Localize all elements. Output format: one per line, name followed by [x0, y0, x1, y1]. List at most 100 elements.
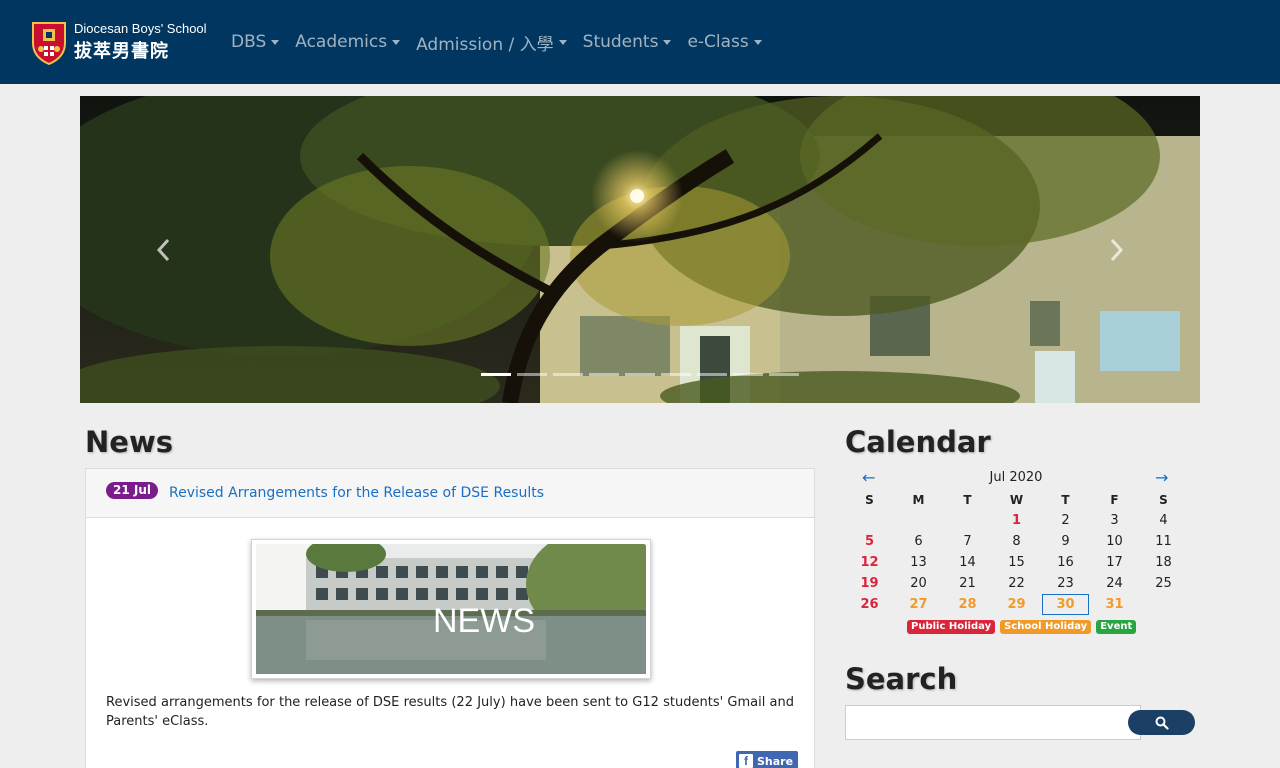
carousel-indicator[interactable] [481, 373, 511, 376]
calendar-day[interactable]: 15 [992, 552, 1041, 573]
carousel-indicator[interactable] [589, 373, 619, 376]
calendar-day[interactable]: 14 [943, 552, 992, 573]
carousel-indicator[interactable] [697, 373, 727, 376]
calendar-legend: Public Holiday School Holiday Event [907, 620, 1137, 634]
calendar-day-today[interactable]: 30 [1042, 594, 1089, 615]
carousel-indicator[interactable] [625, 373, 655, 376]
nav-dbs[interactable]: DBS [231, 30, 280, 54]
carousel-indicator[interactable] [553, 373, 583, 376]
calendar-weekday: T [1061, 492, 1070, 507]
calendar-weekday: S [865, 492, 874, 507]
calendar-day[interactable]: 7 [943, 531, 992, 552]
news-body: Revised arrangements for the release of … [106, 695, 794, 729]
news-heading: News [85, 425, 173, 459]
news-thumbnail: NEWS [256, 544, 646, 674]
calendar-weekday: S [1159, 492, 1168, 507]
search-input[interactable] [845, 705, 1141, 740]
carousel-indicator[interactable] [769, 373, 799, 376]
calendar-day[interactable]: 23 [1041, 573, 1090, 594]
news-thumbnail-caption: NEWS [433, 602, 535, 640]
calendar-prev-month[interactable]: ← [862, 468, 875, 487]
facebook-share-button[interactable]: f Share [736, 751, 799, 768]
calendar-day[interactable]: 10 [1090, 531, 1139, 552]
calendar-weekday: M [912, 492, 925, 507]
calendar-day[interactable]: 24 [1090, 573, 1139, 594]
caret-down-icon [753, 39, 762, 45]
calendar-weekday: W [1009, 492, 1024, 507]
nav-eclass[interactable]: e-Class [687, 30, 762, 54]
school-name-zh: 拔萃男書院 [74, 41, 169, 62]
calendar-day[interactable]: 26 [845, 594, 894, 615]
nav-academics[interactable]: Academics [295, 30, 401, 54]
nav-students[interactable]: Students [583, 30, 672, 54]
calendar-legend-item: School Holiday [1000, 620, 1092, 634]
caret-down-icon [271, 39, 280, 45]
nav-admission[interactable]: Admission / 入學 [416, 30, 567, 55]
school-logo-link[interactable]: Diocesan Boys' School 拔萃男書院 [30, 19, 207, 65]
search-icon [1155, 716, 1169, 730]
carousel-next-icon[interactable] [1104, 236, 1128, 264]
calendar-day[interactable]: 9 [1041, 531, 1090, 552]
nav-dbs-label: DBS [231, 32, 267, 52]
nav-students-label: Students [582, 32, 659, 52]
navbar: Diocesan Boys' School 拔萃男書院 DBS Academic… [0, 0, 1280, 84]
calendar-day[interactable]: 21 [943, 573, 992, 594]
calendar-day[interactable]: 27 [894, 594, 943, 615]
calendar-day[interactable]: 20 [894, 573, 943, 594]
carousel-indicator[interactable] [661, 373, 691, 376]
calendar-day[interactable]: 4 [1139, 510, 1188, 531]
calendar-legend-item: Public Holiday [907, 620, 996, 634]
caret-down-icon [392, 39, 401, 45]
calendar-grid: S M T W T F S 1 2 3 4 5 6 7 8 9 10 11 12 13 14 15 16 17 18 19 20 21… [845, 489, 1188, 615]
calendar-weekday: T [963, 492, 972, 507]
main-nav: DBS Academics Admission / 入學 Students e-… [231, 30, 762, 55]
nav-admission-label: Admission / 入學 [416, 34, 554, 55]
calendar-legend-item: Event [1096, 620, 1137, 634]
caret-down-icon [558, 39, 567, 45]
news-title-link[interactable]: Revised Arrangements for the Release of … [169, 485, 544, 501]
calendar-day[interactable]: 5 [845, 531, 894, 552]
share-label: Share [757, 754, 794, 768]
calendar-day[interactable]: 28 [943, 594, 992, 615]
calendar-weekday: F [1110, 492, 1119, 507]
calendar-empty-cell [894, 510, 943, 531]
school-crest-icon [32, 22, 66, 65]
calendar-day[interactable]: 13 [894, 552, 943, 573]
calendar-day[interactable]: 31 [1090, 594, 1139, 615]
calendar-day[interactable]: 25 [1139, 573, 1188, 594]
carousel-prev-icon[interactable] [152, 236, 176, 264]
calendar-empty-cell [943, 510, 992, 531]
calendar-day[interactable]: 18 [1139, 552, 1188, 573]
carousel-indicator[interactable] [733, 373, 763, 376]
calendar-day[interactable]: 19 [845, 573, 894, 594]
news-card-header: 21 Jul Revised Arrangements for the Rele… [86, 469, 814, 518]
calendar-day[interactable]: 8 [992, 531, 1041, 552]
calendar-day[interactable]: 1 [992, 510, 1041, 531]
calendar-empty-cell [845, 510, 894, 531]
calendar-day[interactable]: 17 [1090, 552, 1139, 573]
carousel-indicator[interactable] [517, 373, 547, 376]
nav-eclass-label: e-Class [687, 32, 749, 52]
calendar-next-month[interactable]: → [1155, 468, 1168, 487]
calendar-day[interactable]: 29 [992, 594, 1041, 615]
school-name-en: Diocesan Boys' School [74, 21, 207, 36]
calendar-day[interactable]: 6 [894, 531, 943, 552]
carousel-indicators [481, 373, 799, 376]
carousel-slide-image [80, 96, 1200, 403]
calendar-day[interactable]: 11 [1139, 531, 1188, 552]
nav-academics-label: Academics [295, 32, 388, 52]
news-date-badge: 21 Jul [106, 482, 158, 499]
search-button[interactable] [1128, 710, 1195, 735]
news-image[interactable]: NEWS [251, 539, 651, 679]
calendar-day[interactable]: 12 [845, 552, 894, 573]
news-card: 21 Jul Revised Arrangements for the Rele… [85, 468, 815, 768]
calendar-day[interactable]: 22 [992, 573, 1041, 594]
calendar-day[interactable]: 16 [1041, 552, 1090, 573]
calendar-day[interactable]: 2 [1041, 510, 1090, 531]
calendar-day[interactable]: 3 [1090, 510, 1139, 531]
search-heading: Search [845, 662, 958, 696]
hero-carousel [80, 96, 1200, 403]
facebook-icon: f [739, 754, 753, 768]
calendar-heading: Calendar [845, 425, 991, 459]
calendar-month-label: Jul 2020 [989, 470, 1043, 485]
